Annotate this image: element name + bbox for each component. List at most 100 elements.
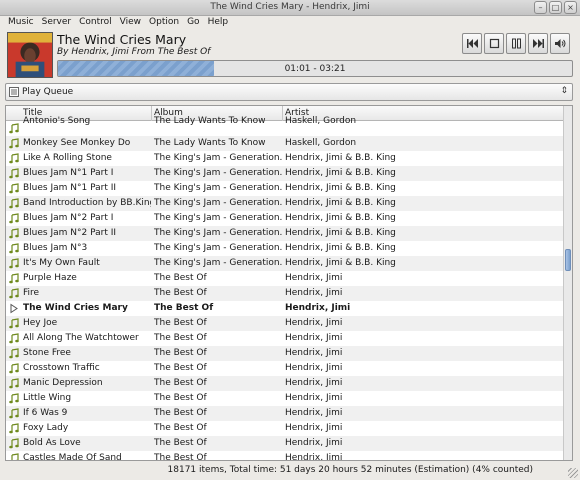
cell-album: The Best Of (154, 348, 207, 358)
table-row[interactable]: Blues Jam N°2 Part II The King's Jam - Ge… (6, 226, 563, 241)
cell-title: All Along The Watchtower (23, 333, 139, 343)
cell-album: The King's Jam - Generation... (154, 228, 282, 238)
cell-artist: Hendrix, Jimi (285, 318, 343, 328)
table-row[interactable]: Foxy Lady The Best Of Hendrix, Jimi (6, 421, 563, 436)
cell-title: Blues Jam N°1 Part I (23, 168, 114, 178)
cell-title: Stone Free (23, 348, 71, 358)
table-row[interactable]: All Along The Watchtower The Best Of Hendr… (6, 331, 563, 346)
cell-album: The Lady Wants To Know (154, 138, 266, 148)
menu-control[interactable]: Control (75, 16, 116, 30)
cell-album: The Best Of (154, 408, 207, 418)
music-note-icon (9, 168, 19, 179)
table-row-current[interactable]: The Wind Cries Mary The Best Of Hendrix, J… (6, 301, 563, 316)
cell-album: The Best Of (154, 288, 207, 298)
table-row[interactable]: Purple Haze The Best Of Hendrix, Jimi (6, 271, 563, 286)
music-note-icon (9, 123, 19, 134)
table-row[interactable]: Bold As Love The Best Of Hendrix, Jimi (6, 436, 563, 451)
cell-artist: Hendrix, Jimi & B.B. King (285, 258, 396, 268)
table-row[interactable]: If 6 Was 9 The Best Of Hendrix, Jimi (6, 406, 563, 421)
menu-view[interactable]: View (116, 16, 145, 30)
song-album[interactable]: The Best Of (158, 47, 211, 57)
cell-album: The Best Of (154, 393, 207, 403)
volume-button[interactable] (550, 33, 570, 54)
previous-button[interactable] (462, 33, 482, 54)
next-button[interactable] (528, 33, 548, 54)
menu-music[interactable]: Music (4, 16, 38, 30)
table-row[interactable]: Fire The Best Of Hendrix, Jimi (6, 286, 563, 301)
menu-option[interactable]: Option (145, 16, 183, 30)
column-divider[interactable] (282, 106, 283, 121)
cell-album: The Best Of (154, 318, 207, 328)
pause-button[interactable] (506, 33, 526, 54)
cell-album: The King's Jam - Generation... (154, 258, 282, 268)
song-title: The Wind Cries Mary (57, 32, 187, 47)
menu-help[interactable]: Help (204, 16, 233, 30)
cell-album: The King's Jam - Generation... (154, 183, 282, 193)
cell-title: Bold As Love (23, 438, 81, 448)
table-row[interactable]: Hey Joe The Best Of Hendrix, Jimi (6, 316, 563, 331)
music-note-icon (9, 243, 19, 254)
window-title: The Wind Cries Mary - Hendrix, Jimi (210, 2, 370, 12)
stop-button[interactable] (484, 33, 504, 54)
cell-album: The Best Of (154, 378, 207, 388)
minimize-button[interactable]: – (534, 1, 547, 14)
song-artist[interactable]: Hendrix, Jimi (71, 47, 128, 57)
cell-artist: Hendrix, Jimi & B.B. King (285, 213, 396, 223)
table-row[interactable]: Band Introduction by BB.King The King's J… (6, 196, 563, 211)
playlist-selector[interactable]: Play Queue ⇕ (5, 83, 573, 101)
cell-title: The Wind Cries Mary (23, 303, 128, 313)
music-note-icon (9, 138, 19, 149)
vertical-scrollbar[interactable] (563, 106, 572, 460)
cell-artist: Hendrix, Jimi (285, 348, 343, 358)
cell-artist: Hendrix, Jimi (285, 363, 343, 373)
cell-artist: Hendrix, Jimi (285, 453, 343, 461)
table-row[interactable]: Like A Rolling Stone The King's Jam - Gen… (6, 151, 563, 166)
cell-album: The Best Of (154, 453, 207, 461)
cell-artist: Haskell, Gordon (285, 116, 357, 126)
maximize-button[interactable]: □ (549, 1, 562, 14)
cell-artist: Hendrix, Jimi & B.B. King (285, 198, 396, 208)
music-note-icon (9, 348, 19, 359)
music-note-icon (9, 363, 19, 374)
music-note-icon (9, 393, 19, 404)
song-subtitle: By Hendrix, Jimi From The Best Of (57, 47, 210, 57)
table-row[interactable]: Blues Jam N°1 Part I The King's Jam - Gen… (6, 166, 563, 181)
cell-title: Fire (23, 288, 40, 298)
table-row[interactable]: Monkey See Monkey Do The Lady Wants To Kn… (6, 136, 563, 151)
table-row[interactable]: Antonio's Song The Lady Wants To Know Hask… (6, 116, 563, 136)
cell-artist: Hendrix, Jimi (285, 438, 343, 448)
cell-album: The King's Jam - Generation... (154, 243, 282, 253)
table-row[interactable]: Blues Jam N°1 Part II The King's Jam - Ge… (6, 181, 563, 196)
song-time: 01:01 - 03:21 (284, 64, 346, 74)
table-row[interactable]: Crosstown Traffic The Best Of Hendrix, Jim… (6, 361, 563, 376)
music-note-icon (9, 153, 19, 164)
close-button[interactable]: × (564, 1, 577, 14)
cell-artist: Hendrix, Jimi (285, 393, 343, 403)
window-titlebar[interactable]: The Wind Cries Mary - Hendrix, Jimi – □ … (0, 0, 580, 16)
song-progress-bar[interactable]: 01:01 - 03:21 (57, 60, 573, 77)
cell-album: The King's Jam - Generation... (154, 198, 282, 208)
cell-album: The Best Of (154, 438, 207, 448)
album-cover-image (7, 32, 53, 78)
cell-artist: Hendrix, Jimi & B.B. King (285, 183, 396, 193)
cell-title: Blues Jam N°1 Part II (23, 183, 117, 193)
table-row[interactable]: Blues Jam N°3 The King's Jam - Generation… (6, 241, 563, 256)
column-divider[interactable] (151, 106, 152, 121)
table-row[interactable]: Castles Made Of Sand The Best Of Hendrix, … (6, 451, 563, 461)
scrollbar-thumb[interactable] (565, 249, 571, 271)
table-row[interactable]: It's My Own Fault The King's Jam - Genera… (6, 256, 563, 271)
playlist-icon (9, 87, 19, 97)
from-label: From (131, 47, 155, 57)
menu-server[interactable]: Server (38, 16, 76, 30)
menu-go[interactable]: Go (183, 16, 203, 30)
table-row[interactable]: Little Wing The Best Of Hendrix, Jimi (6, 391, 563, 406)
table-row[interactable]: Stone Free The Best Of Hendrix, Jimi (6, 346, 563, 361)
playlist-selector-label: Play Queue (22, 87, 74, 97)
cell-album: The Best Of (154, 363, 207, 373)
cell-title: Hey Joe (23, 318, 58, 328)
cell-album: The Best Of (154, 303, 214, 313)
table-row[interactable]: Blues Jam N°2 Part I The King's Jam - Gen… (6, 211, 563, 226)
table-row[interactable]: Manic Depression The Best Of Hendrix, Jimi (6, 376, 563, 391)
resize-grip[interactable] (568, 468, 578, 478)
cell-album: The Lady Wants To Know (154, 116, 266, 126)
